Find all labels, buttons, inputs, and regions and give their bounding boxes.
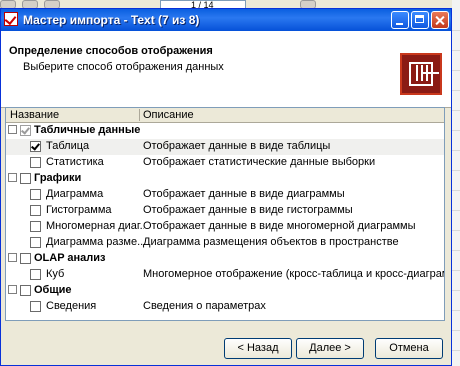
list-item[interactable]: Диаграмма разме... Диаграмма размещения … <box>6 235 444 251</box>
collapse-icon[interactable] <box>8 253 17 262</box>
item-checkbox[interactable] <box>30 301 41 312</box>
item-description: Отображает данные в виде гистограммы <box>143 204 353 216</box>
wizard-logo-icon <box>400 53 442 95</box>
group-checkbox[interactable] <box>20 253 31 264</box>
title-bar[interactable]: Мастер импорта - Text (7 из 8) <box>1 9 451 31</box>
item-description: Отображает статистические данные выборки <box>143 156 376 168</box>
collapse-icon[interactable] <box>8 125 17 134</box>
item-checkbox[interactable] <box>30 189 41 200</box>
back-button[interactable]: < Назад <box>224 338 292 359</box>
item-description: Отображает данные в виде таблицы <box>143 140 331 152</box>
collapse-icon[interactable] <box>8 173 17 182</box>
list-item[interactable]: Таблица Отображает данные в виде таблицы <box>6 139 444 155</box>
maximize-button[interactable] <box>411 11 429 29</box>
cancel-button[interactable]: Отмена <box>375 338 443 359</box>
list-item[interactable]: Статистика Отображает статистические дан… <box>6 155 444 171</box>
item-name: Таблица <box>46 140 90 152</box>
collapse-icon[interactable] <box>8 285 17 294</box>
group-checkbox[interactable] <box>20 173 31 184</box>
group-label: Графики <box>34 172 82 184</box>
item-checkbox[interactable] <box>30 269 41 280</box>
item-name: Диаграмма <box>46 188 104 200</box>
app-checkmark-icon <box>4 12 18 26</box>
item-checkbox[interactable] <box>30 157 41 168</box>
close-button[interactable] <box>431 11 449 29</box>
group-row[interactable]: Табличные данные <box>6 123 444 139</box>
group-checkbox[interactable] <box>20 125 31 136</box>
group-label: Табличные данные <box>34 124 141 136</box>
group-label: Общие <box>34 284 72 296</box>
item-name: Сведения <box>46 300 97 312</box>
item-name: Многомерная диаг... <box>46 220 144 232</box>
item-checkbox[interactable] <box>30 237 41 248</box>
window-title: Мастер импорта - Text (7 из 8) <box>23 13 200 27</box>
list-item[interactable]: Многомерная диаг... Отображает данные в … <box>6 219 444 235</box>
item-description: Отображает данные в виде многомерной диа… <box>143 220 416 232</box>
item-description: Сведения о параметрах <box>143 300 266 312</box>
item-checkbox[interactable] <box>30 221 41 232</box>
item-name: Статистика <box>46 156 104 168</box>
item-checkbox[interactable] <box>30 205 41 216</box>
item-name: Гистограмма <box>46 204 112 216</box>
column-header: Название Описание <box>6 108 444 123</box>
list-item[interactable]: Сведения Сведения о параметрах <box>6 299 444 315</box>
minimize-button[interactable] <box>391 11 409 29</box>
item-name: Куб <box>46 268 65 280</box>
import-wizard-dialog: Мастер импорта - Text (7 из 8) Определен… <box>0 8 452 366</box>
list-item[interactable]: Гистограмма Отображает данные в виде гис… <box>6 203 444 219</box>
list-item[interactable]: Диаграмма Отображает данные в виде диагр… <box>6 187 444 203</box>
step-description: Выберите способ отображения данных <box>23 61 224 73</box>
column-name[interactable]: Название <box>10 109 59 121</box>
group-label: OLAP анализ <box>34 252 106 264</box>
next-button[interactable]: Далее > <box>296 338 364 359</box>
group-row[interactable]: Общие <box>6 283 444 299</box>
background-sheet <box>452 0 460 366</box>
step-title: Определение способов отображения <box>9 45 213 57</box>
item-checkbox[interactable] <box>30 141 41 152</box>
group-row[interactable]: OLAP анализ <box>6 251 444 267</box>
list-item[interactable]: Куб Многомерное отображение (кросс-табли… <box>6 267 444 283</box>
display-methods-tree[interactable]: Название Описание Табличные данные Табли… <box>5 107 445 321</box>
wizard-header: Определение способов отображения Выберит… <box>1 31 451 108</box>
group-checkbox[interactable] <box>20 285 31 296</box>
column-description[interactable]: Описание <box>143 109 194 121</box>
group-row[interactable]: Графики <box>6 171 444 187</box>
item-description: Диаграмма размещения объектов в простран… <box>143 236 399 248</box>
item-name: Диаграмма разме... <box>46 236 144 248</box>
item-description: Отображает данные в виде диаграммы <box>143 188 345 200</box>
item-description: Многомерное отображение (кросс-таблица и… <box>143 268 445 280</box>
